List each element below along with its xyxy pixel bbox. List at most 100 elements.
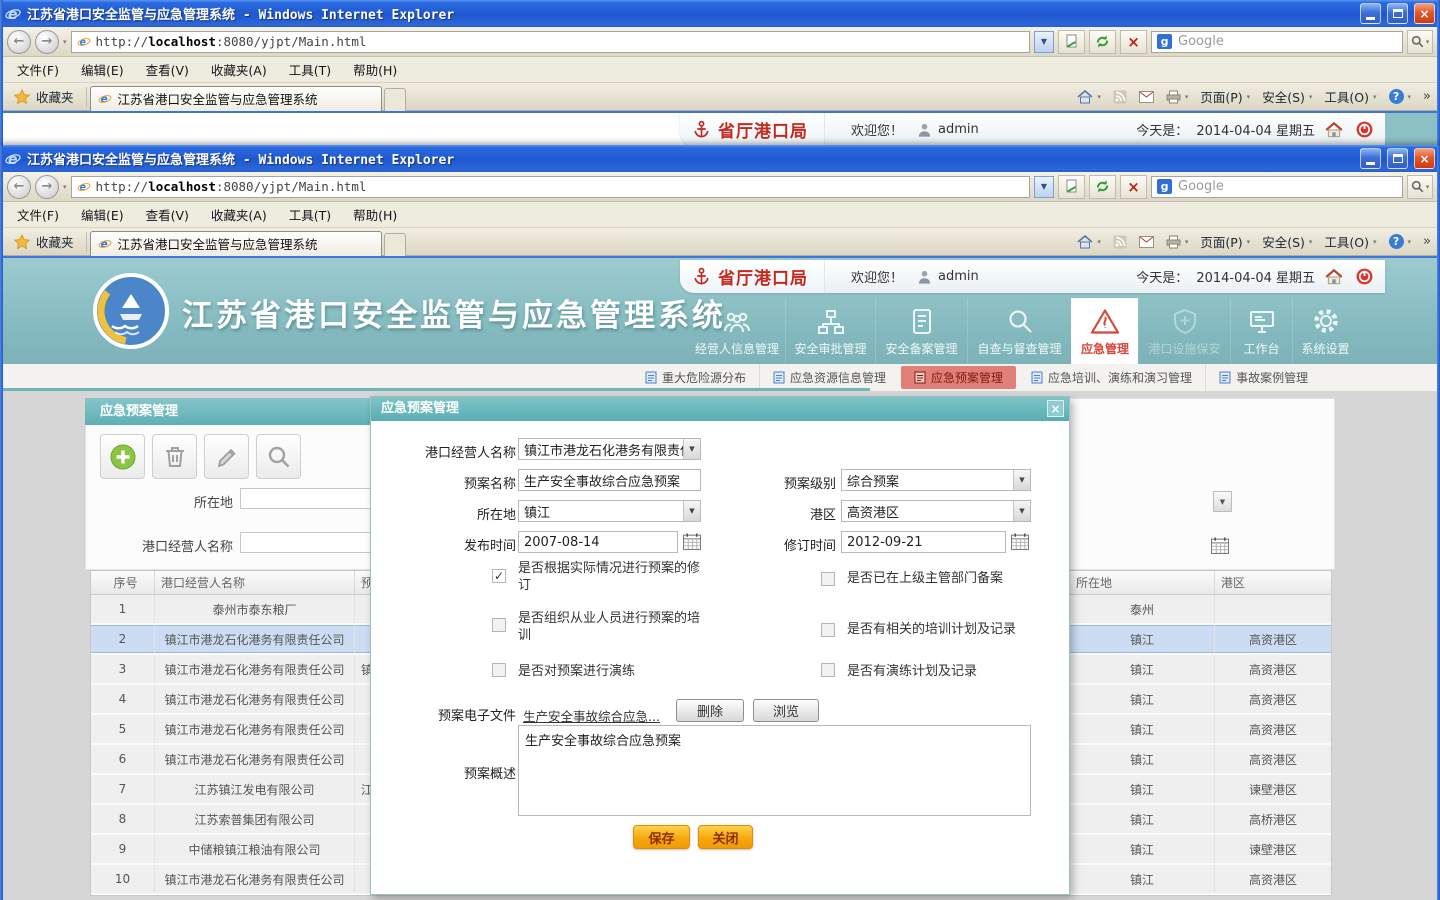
menu-help[interactable]: 帮助(H) [342,56,408,83]
maximize-button[interactable] [1387,148,1408,169]
checkbox-training-records[interactable] [821,623,835,637]
home-shortcut[interactable] [1323,266,1345,288]
safety-menu[interactable]: 安全(S)▾ [1262,87,1312,106]
back-button[interactable]: ← [7,30,31,54]
feed-button[interactable] [1113,235,1127,249]
url-dropdown-button[interactable]: ▼ [1034,176,1054,198]
menu-file[interactable]: 文件(F) [6,201,70,228]
url-field[interactable]: e http://localhost:8080/yjpt/Main.html [71,176,1030,198]
summary-textarea[interactable]: 生产安全事故综合应急预案 [518,725,1031,816]
minimize-button[interactable] [1360,148,1381,169]
nav-workbench[interactable]: 工作台 [1230,298,1292,364]
url-dropdown-button[interactable]: ▼ [1034,31,1054,53]
stop-button[interactable]: × [1120,30,1147,54]
compatibility-view-button[interactable] [1058,30,1085,54]
page-menu[interactable]: 页面(P)▾ [1200,87,1250,106]
feed-button[interactable] [1113,90,1127,104]
revise-date-calendar-button[interactable] [1011,533,1029,550]
nav-system-settings[interactable]: 系统设置 [1292,298,1358,364]
mail-button[interactable] [1139,236,1154,248]
logout-button[interactable] [1353,119,1375,141]
dialog-close-action-button[interactable]: 关闭 [698,825,753,849]
subnav-emergency-plan[interactable]: 应急预案管理 [901,366,1016,389]
subnav-accident-cases[interactable]: 事故案例管理 [1205,364,1321,391]
add-button[interactable] [100,434,145,479]
checkbox-drill-records[interactable] [821,663,835,677]
new-tab-stub[interactable] [384,233,406,256]
browse-file-button[interactable]: 浏览 [753,699,819,722]
menu-favorites[interactable]: 收藏夹(A) [200,201,278,228]
minimize-button[interactable] [1360,3,1381,24]
nav-self-inspection[interactable]: 自查与督查管理 [967,298,1071,364]
maximize-button[interactable] [1387,3,1408,24]
operator-select[interactable]: 镇江市港龙石化港务有限责任公 ▼ [518,438,701,460]
refresh-button[interactable] [1089,30,1116,54]
help-menu[interactable]: ?▾ [1389,89,1412,104]
menu-view[interactable]: 查看(V) [135,56,200,83]
search-button[interactable] [256,434,301,479]
nav-emergency-management[interactable]: 应急管理 [1071,298,1138,364]
favorites-button[interactable]: 收藏夹 [5,87,83,106]
back-button[interactable]: ← [7,175,31,199]
close-button[interactable]: × [1414,148,1435,169]
safety-menu[interactable]: 安全(S)▾ [1262,232,1312,251]
checkbox-filed-with-authority[interactable] [821,572,835,586]
favorites-button[interactable]: 收藏夹 [5,232,83,251]
compatibility-view-button[interactable] [1058,175,1085,199]
home-button[interactable]: ▾ [1077,235,1101,249]
delete-file-button[interactable]: 删除 [676,699,744,722]
tools-menu[interactable]: 工具(O)▾ [1324,87,1376,106]
filter-calendar-button[interactable] [1211,537,1229,554]
history-caret-icon[interactable]: ▾ [63,183,67,191]
location-select[interactable]: 镇江 ▼ [518,500,701,522]
home-button[interactable]: ▾ [1077,90,1101,104]
dropdown-arrow-icon[interactable]: ▼ [1013,501,1030,521]
checkbox-plan-revision[interactable]: ✓ [492,569,506,583]
nav-operator-info[interactable]: 经营人信息管理 [689,298,785,364]
help-menu[interactable]: ?▾ [1389,234,1412,249]
menu-tools[interactable]: 工具(T) [278,201,342,228]
plan-name-input[interactable] [518,469,701,491]
mail-button[interactable] [1139,91,1154,103]
overflow-chevron-icon[interactable]: » [1423,234,1431,249]
menu-file[interactable]: 文件(F) [6,56,70,83]
search-button[interactable]: ▾ [1407,175,1433,199]
menu-help[interactable]: 帮助(H) [342,201,408,228]
browser-tab[interactable]: e 江苏省港口安全监管与应急管理系统 [90,86,382,111]
forward-button[interactable]: → [35,175,59,199]
print-button[interactable]: ▾ [1166,90,1189,104]
stop-button[interactable]: × [1120,175,1147,199]
logout-button[interactable] [1353,266,1375,288]
dialog-close-button[interactable]: × [1047,400,1064,417]
search-box[interactable]: g Google [1151,31,1403,53]
search-box[interactable]: g Google [1151,176,1403,198]
checkbox-staff-training[interactable] [492,618,506,632]
browser-tab[interactable]: e 江苏省港口安全监管与应急管理系统 [90,231,382,256]
checkbox-plan-drill[interactable] [492,663,506,677]
page-menu[interactable]: 页面(P)▾ [1200,232,1250,251]
overflow-chevron-icon[interactable]: » [1423,89,1431,104]
menu-favorites[interactable]: 收藏夹(A) [200,56,278,83]
plan-file-link[interactable]: 生产安全事故综合应急... [523,706,660,725]
subnav-emergency-resources[interactable]: 应急资源信息管理 [759,364,899,391]
edit-button[interactable] [204,434,249,479]
history-caret-icon[interactable]: ▾ [63,38,67,46]
subnav-hazard-distribution[interactable]: 重大危险源分布 [632,364,759,391]
refresh-button[interactable] [1089,175,1116,199]
url-field[interactable]: e http://localhost:8080/yjpt/Main.html [71,31,1030,53]
nav-port-facility-security[interactable]: 港口设施保安 [1138,298,1230,364]
port-select[interactable]: 高资港区 ▼ [841,500,1031,522]
forward-button[interactable]: → [35,30,59,54]
menu-tools[interactable]: 工具(T) [278,56,342,83]
home-shortcut[interactable] [1323,119,1345,141]
subnav-training-drill[interactable]: 应急培训、演练和演习管理 [1018,364,1205,391]
nav-safety-approval[interactable]: 安全审批管理 [785,298,875,364]
menu-view[interactable]: 查看(V) [135,201,200,228]
filter-dropdown-button[interactable]: ▼ [1213,491,1232,512]
revise-date-input[interactable] [841,531,1006,553]
publish-date-input[interactable] [518,531,678,553]
menu-edit[interactable]: 编辑(E) [70,201,135,228]
nav-safety-record[interactable]: 安全备案管理 [875,298,967,364]
print-button[interactable]: ▾ [1166,235,1189,249]
menu-edit[interactable]: 编辑(E) [70,56,135,83]
